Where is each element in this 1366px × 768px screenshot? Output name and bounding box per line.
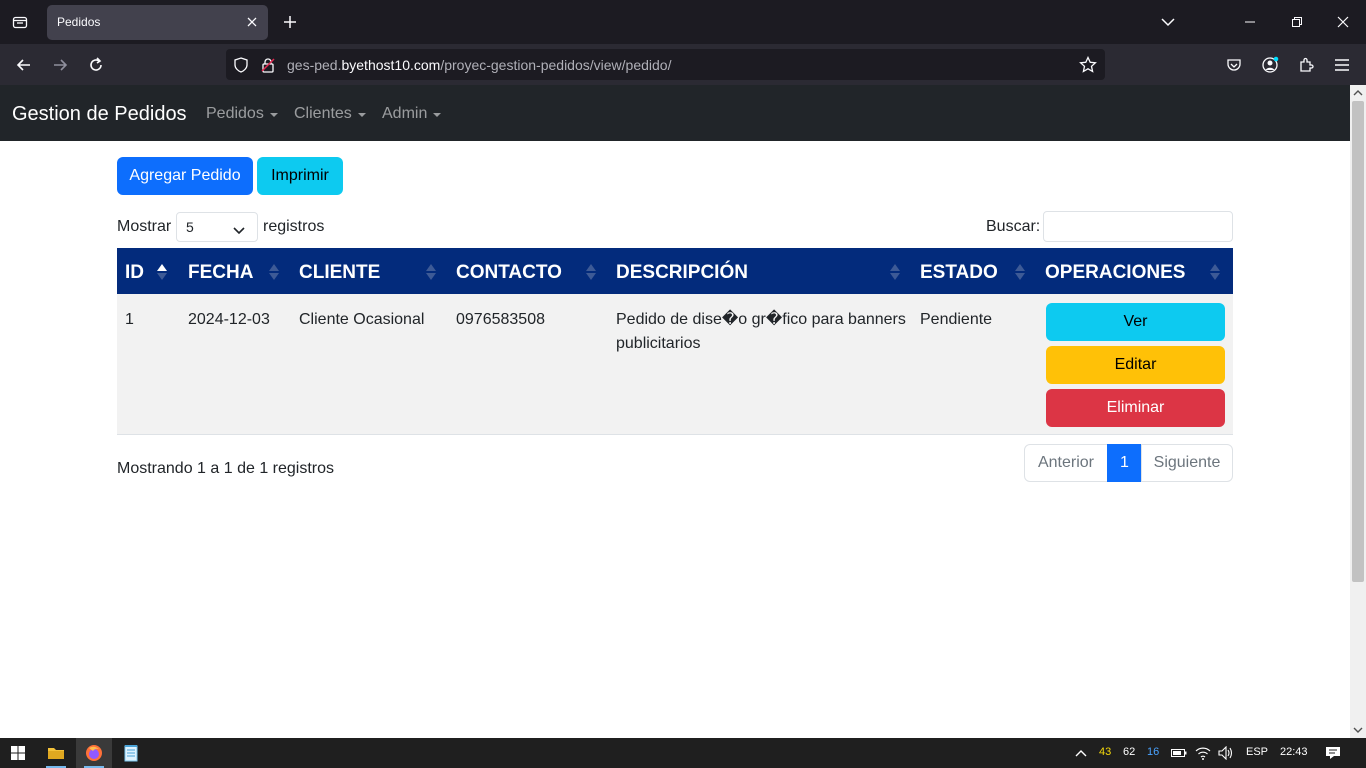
pocket-icon[interactable]: [1221, 52, 1247, 78]
page-content: Gestion de Pedidos Pedidos Clientes Admi…: [0, 85, 1350, 738]
sort-icon[interactable]: [1014, 263, 1026, 281]
th-fecha[interactable]: FECHA: [188, 262, 253, 284]
brand-title[interactable]: Gestion de Pedidos: [12, 103, 187, 126]
view-button[interactable]: Ver: [1046, 303, 1225, 341]
th-cliente[interactable]: CLIENTE: [299, 262, 380, 284]
add-order-button[interactable]: Agregar Pedido: [117, 157, 253, 195]
th-operaciones[interactable]: OPERACIONES: [1045, 262, 1185, 284]
menu-clientes-label: Clientes: [294, 105, 352, 122]
scroll-down-arrow-icon[interactable]: [1350, 722, 1366, 738]
chevron-down-icon: [233, 222, 245, 240]
cell-id: 1: [125, 311, 134, 328]
tray-value-1: 43: [1099, 746, 1112, 758]
os-taskbar: 43 62 16 ESP 22:43: [0, 738, 1366, 768]
firefox-taskbar-icon[interactable]: [76, 738, 112, 768]
sort-icon[interactable]: [585, 263, 597, 281]
close-window-icon[interactable]: [1331, 10, 1355, 34]
table-info: Mostrando 1 a 1 de 1 registros: [117, 460, 335, 477]
app-navbar: Gestion de Pedidos Pedidos Clientes Admi…: [0, 85, 1350, 141]
caret-down-icon: [357, 113, 366, 117]
page-scrollbar[interactable]: [1350, 85, 1366, 738]
caret-down-icon: [433, 113, 442, 117]
search-label: Buscar:: [986, 218, 1041, 235]
pagination-prev[interactable]: Anterior: [1024, 444, 1108, 482]
url-bar[interactable]: ges-ped.byethost10.com/proyec-gestion-pe…: [226, 49, 1105, 80]
bookmark-star-icon[interactable]: [1079, 56, 1097, 74]
sort-asc-icon[interactable]: [156, 263, 168, 281]
sort-icon[interactable]: [268, 263, 280, 281]
page-size-value: 5: [186, 219, 194, 235]
cell-contacto: 0976583508: [456, 311, 545, 328]
reload-icon[interactable]: [83, 52, 109, 78]
sort-icon[interactable]: [889, 263, 901, 281]
caret-down-icon: [269, 113, 278, 117]
th-id[interactable]: ID: [125, 262, 144, 284]
shield-icon[interactable]: [232, 56, 250, 74]
th-estado[interactable]: ESTADO: [920, 262, 998, 284]
url-prefix: ges-ped.: [287, 57, 342, 73]
restore-icon[interactable]: [1285, 10, 1309, 34]
cell-descripcion-line1: Pedido de dise�o gr�fico para banners: [616, 311, 906, 328]
tab-list-chevron-icon[interactable]: [1156, 10, 1180, 34]
menu-pedidos-label: Pedidos: [206, 105, 264, 122]
url-domain: byethost10.com: [341, 57, 441, 73]
language-indicator[interactable]: ESP: [1246, 746, 1268, 758]
table-header: ID FECHA CLIENTE CONTACTO DESCRIPCIÓN ES…: [117, 248, 1233, 294]
pagination-next[interactable]: Siguiente: [1141, 444, 1233, 482]
delete-button[interactable]: Eliminar: [1046, 389, 1225, 427]
scroll-up-arrow-icon[interactable]: [1350, 85, 1366, 101]
edit-button[interactable]: Editar: [1046, 346, 1225, 384]
browser-tabbar: Pedidos: [0, 0, 1366, 44]
table-row: 1 2024-12-03 Cliente Ocasional 097658350…: [117, 294, 1233, 435]
search-input[interactable]: [1043, 211, 1233, 242]
page-size-select[interactable]: 5: [176, 212, 258, 242]
menu-hamburger-icon[interactable]: [1329, 52, 1355, 78]
scroll-thumb[interactable]: [1352, 101, 1364, 582]
wifi-icon[interactable]: [1192, 738, 1214, 768]
menu-clientes[interactable]: Clientes: [294, 105, 366, 123]
tray-value-3: 16: [1147, 746, 1160, 758]
th-contacto[interactable]: CONTACTO: [456, 262, 562, 284]
browser-toolbar: ges-ped.byethost10.com/proyec-gestion-pe…: [0, 44, 1366, 85]
records-label: registros: [263, 218, 325, 235]
account-icon[interactable]: [1257, 52, 1283, 78]
close-tab-icon[interactable]: [244, 14, 260, 30]
notifications-icon[interactable]: [1320, 738, 1346, 768]
menu-admin-label: Admin: [382, 105, 428, 122]
tray-expand-icon[interactable]: [1070, 738, 1092, 768]
windows-start-icon[interactable]: [0, 738, 36, 768]
pagination-page-1[interactable]: 1: [1107, 444, 1142, 482]
cell-cliente: Cliente Ocasional: [299, 311, 425, 328]
notepad-icon[interactable]: [113, 738, 149, 768]
minimize-icon[interactable]: [1238, 10, 1262, 34]
menu-pedidos[interactable]: Pedidos: [206, 105, 278, 123]
clock[interactable]: 22:43: [1280, 746, 1308, 758]
cell-fecha: 2024-12-03: [188, 311, 270, 328]
sort-icon[interactable]: [425, 263, 437, 281]
show-label: Mostrar: [117, 218, 172, 235]
menu-admin[interactable]: Admin: [382, 105, 442, 123]
battery-icon[interactable]: [1168, 738, 1190, 768]
cell-descripcion-line2: publicitarios: [616, 335, 701, 352]
url-path: /proyec-gestion-pedidos/view/pedido/: [440, 57, 672, 73]
cell-estado: Pendiente: [920, 311, 993, 328]
volume-icon[interactable]: [1215, 738, 1237, 768]
forward-icon[interactable]: [47, 52, 73, 78]
file-explorer-icon[interactable]: [38, 738, 74, 768]
sort-icon[interactable]: [1209, 263, 1221, 281]
insecure-lock-icon[interactable]: [259, 56, 277, 74]
new-tab-icon[interactable]: [279, 11, 301, 33]
th-descripcion[interactable]: DESCRIPCIÓN: [616, 262, 748, 284]
extensions-icon[interactable]: [1293, 52, 1319, 78]
back-icon[interactable]: [11, 52, 37, 78]
url-text: ges-ped.byethost10.com/proyec-gestion-pe…: [287, 57, 671, 73]
tab-title: Pedidos: [57, 15, 101, 29]
browser-tab[interactable]: Pedidos: [47, 5, 268, 40]
print-button[interactable]: Imprimir: [257, 157, 343, 195]
tab-overview-icon[interactable]: [8, 10, 32, 34]
tray-value-2: 62: [1123, 746, 1136, 758]
